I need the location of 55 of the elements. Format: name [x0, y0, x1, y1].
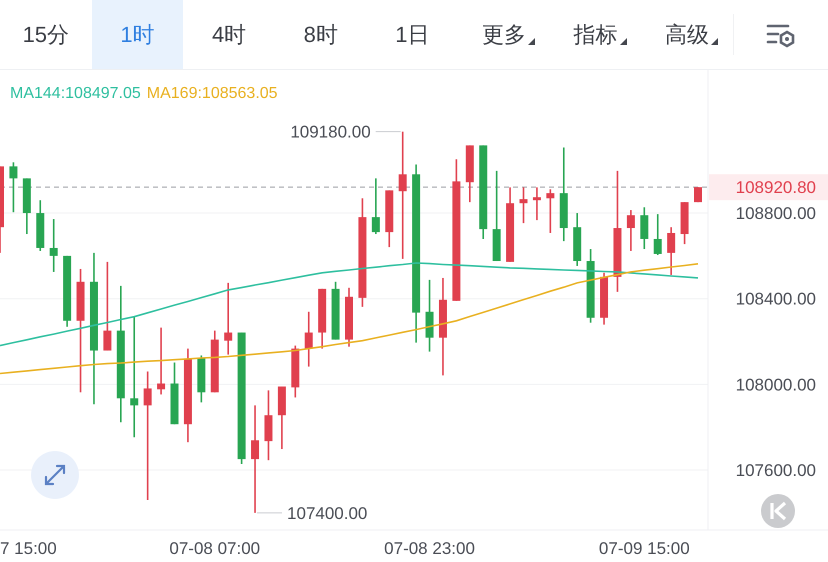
- timeframe-tab[interactable]: 15分: [0, 0, 92, 69]
- candlestick: [304, 312, 313, 367]
- time-axis-label: 7 15:00: [0, 539, 57, 558]
- candlestick: [197, 355, 206, 402]
- candlestick: [50, 219, 58, 272]
- candlestick: [291, 346, 300, 398]
- candlestick: [385, 190, 394, 248]
- high-price-label: 109180.00: [290, 122, 371, 142]
- price-axis-label: 108800.00: [736, 204, 816, 224]
- leader-line: [375, 131, 402, 132]
- candlestick: [600, 272, 608, 325]
- timeframe-tab[interactable]: 8时: [274, 0, 366, 69]
- candlestick: [332, 282, 340, 340]
- candlestick: [640, 207, 648, 250]
- timeframe-tab[interactable]: 4时: [183, 0, 275, 69]
- candlestick: [63, 256, 72, 327]
- candlestick: [9, 162, 18, 212]
- candlestick: [466, 145, 474, 202]
- candlestick: [345, 288, 353, 347]
- ma-legend: MA169:108563.05: [146, 85, 278, 102]
- timeframe-tab[interactable]: 高级: [641, 0, 733, 69]
- timeframe-tab[interactable]: 1时: [92, 0, 184, 69]
- candlestick: [210, 330, 219, 392]
- candlestick: [626, 210, 635, 251]
- candlestick: [157, 328, 166, 394]
- ma-legend: MA144:108497.05: [10, 85, 141, 102]
- candlestick: [520, 187, 528, 224]
- candlestick: [318, 288, 326, 349]
- price-axis-label: 108400.00: [736, 290, 816, 309]
- candlestick: [264, 390, 272, 460]
- candlestick: [532, 187, 541, 220]
- leader-line: [256, 512, 283, 514]
- expand-icon[interactable]: [31, 451, 79, 499]
- chart-settings-icon[interactable]: [766, 22, 796, 48]
- timeframe-tab[interactable]: 1日: [366, 0, 458, 69]
- time-axis-label: 07-08 07:00: [169, 539, 260, 558]
- candlestick: [694, 187, 702, 202]
- low-price-label: 107400.00: [287, 504, 368, 523]
- timeframe-tab[interactable]: 指标: [550, 0, 642, 69]
- candlestick: [36, 200, 44, 251]
- price-axis-label: 107600.00: [736, 461, 816, 480]
- candlestick: [573, 213, 582, 266]
- candlestick: [372, 178, 380, 234]
- candlestick: [667, 227, 676, 275]
- time-axis-label: 07-08 23:00: [384, 539, 475, 558]
- timeframe-tab[interactable]: 更多: [458, 0, 550, 69]
- last-price-label: 108920.80: [736, 178, 816, 198]
- candlestick: [278, 386, 286, 450]
- time-axis-label: 07-09 15:00: [598, 539, 690, 558]
- candlestick: [170, 362, 178, 424]
- price-axis-label: 108000.00: [736, 375, 816, 394]
- candlestick: [680, 202, 689, 244]
- candlestick: [654, 214, 662, 256]
- candlestick: [22, 178, 31, 234]
- candlestick: [546, 189, 554, 233]
